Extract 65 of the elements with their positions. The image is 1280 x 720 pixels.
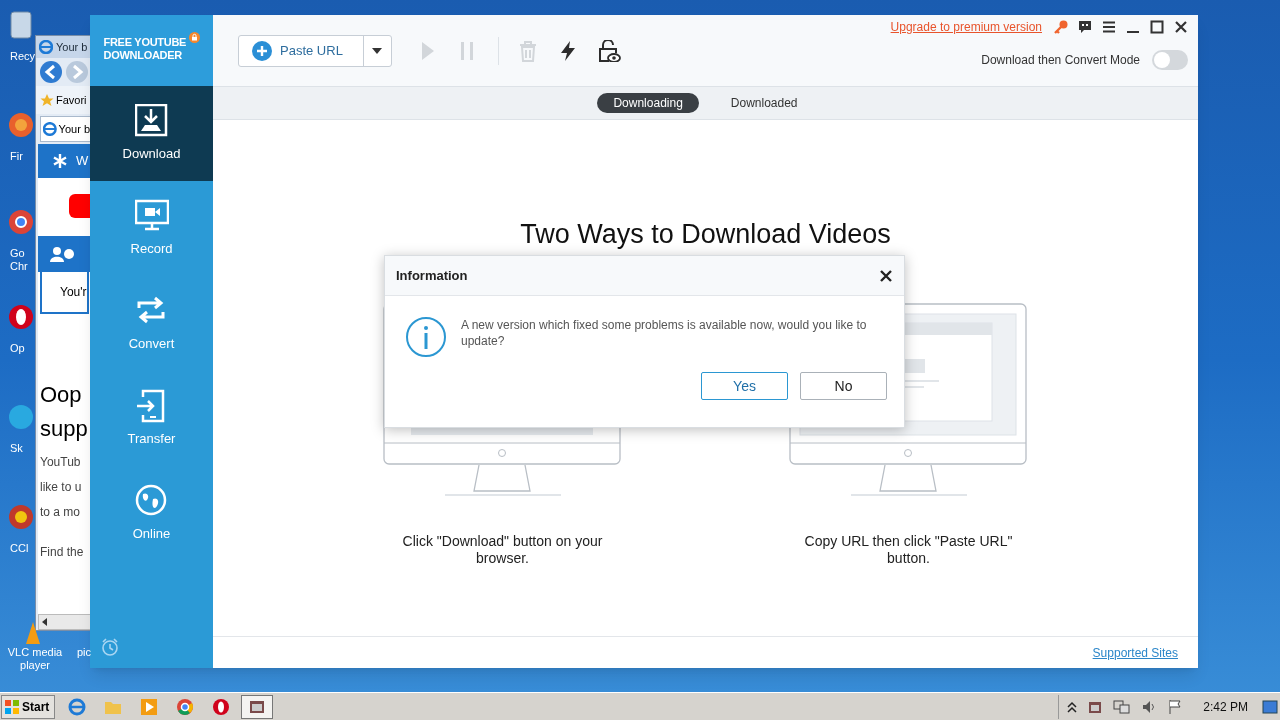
dialog-button[interactable]: Yes <box>701 372 788 400</box>
browser-icon <box>68 697 87 716</box>
dialog-message: A new version which fixed some problems is available now, would you like to update? <box>461 317 868 350</box>
main-heading: Two Ways to Download Videos <box>520 218 891 251</box>
icon-label: Fir <box>10 150 24 163</box>
download-icon <box>134 103 169 138</box>
key-icon[interactable] <box>1054 20 1068 34</box>
chat-icon[interactable] <box>1078 20 1092 34</box>
menu-icon[interactable] <box>1102 20 1116 34</box>
browser-icon <box>43 122 57 136</box>
app-logo: FREE YOUTUBE DOWNLOADER <box>103 36 188 62</box>
icon-label: Go Chr <box>10 247 29 273</box>
opera-icon <box>212 697 231 716</box>
maximize-icon[interactable] <box>1150 20 1164 34</box>
browser-tab[interactable]: Your b <box>40 116 91 142</box>
taskbar-button[interactable] <box>241 694 274 719</box>
icon-label: VLC media player <box>6 646 64 672</box>
dialog-button[interactable]: No <box>800 372 887 400</box>
show-desktop-icon[interactable] <box>1262 699 1278 714</box>
tab[interactable]: Downloaded <box>714 93 814 113</box>
windows-logo-icon <box>4 698 20 715</box>
chrome-icon <box>176 697 195 716</box>
chevron-up-icon[interactable] <box>1067 700 1078 713</box>
nav-item[interactable]: Download <box>90 86 213 181</box>
page-text: Find the <box>39 544 85 561</box>
notice-text: You'r <box>60 284 87 301</box>
network-icon[interactable] <box>1113 698 1132 715</box>
icon-label: Op <box>10 342 26 355</box>
icon-label: CCl <box>10 542 30 555</box>
tab[interactable]: Downloading <box>597 93 699 113</box>
icon-label: pic <box>77 646 92 659</box>
dialog-title: Information <box>396 266 468 285</box>
supported-sites-link[interactable]: Supported Sites <box>1092 643 1178 662</box>
plus-icon <box>252 40 272 61</box>
flag-icon[interactable] <box>1167 698 1184 715</box>
back-icon[interactable] <box>39 60 63 84</box>
play-icon <box>140 697 159 716</box>
info-icon <box>405 316 447 358</box>
asterisk-icon <box>52 153 68 169</box>
star-icon[interactable] <box>40 93 54 107</box>
close-icon[interactable] <box>1174 20 1188 34</box>
mode-label: Download then Convert Mode <box>981 52 1140 69</box>
lock-eye-icon <box>596 39 621 62</box>
people-icon <box>50 246 76 262</box>
instruction-text: Click "Download" button on your browser. <box>401 532 604 567</box>
start-button[interactable]: Start <box>1 694 56 719</box>
close-icon[interactable] <box>879 268 893 283</box>
globe-icon <box>134 483 169 518</box>
browser-icon <box>39 40 53 54</box>
horizontal-scrollbar[interactable] <box>38 614 91 630</box>
lock-badge-icon <box>188 32 200 43</box>
mode-toggle[interactable] <box>1152 50 1188 70</box>
video-logo <box>69 194 91 218</box>
window-title: Your b <box>56 39 88 55</box>
page-header: W <box>38 144 91 178</box>
caret-icon <box>372 47 383 54</box>
upgrade-link[interactable]: Upgrade to premium version <box>890 18 1042 36</box>
app-icon[interactable] <box>8 8 34 42</box>
page-heading: Oop supp <box>39 381 89 443</box>
icon-label: Sk <box>10 442 24 455</box>
screen-record-icon <box>134 198 169 233</box>
clock: 2:42 PM <box>1203 698 1248 716</box>
icon-label: Recy <box>10 50 35 63</box>
page-paragraph: YouTub like to u to a mo <box>39 454 83 521</box>
instruction-text: Copy URL then click "Paste URL" button. <box>803 532 1014 567</box>
